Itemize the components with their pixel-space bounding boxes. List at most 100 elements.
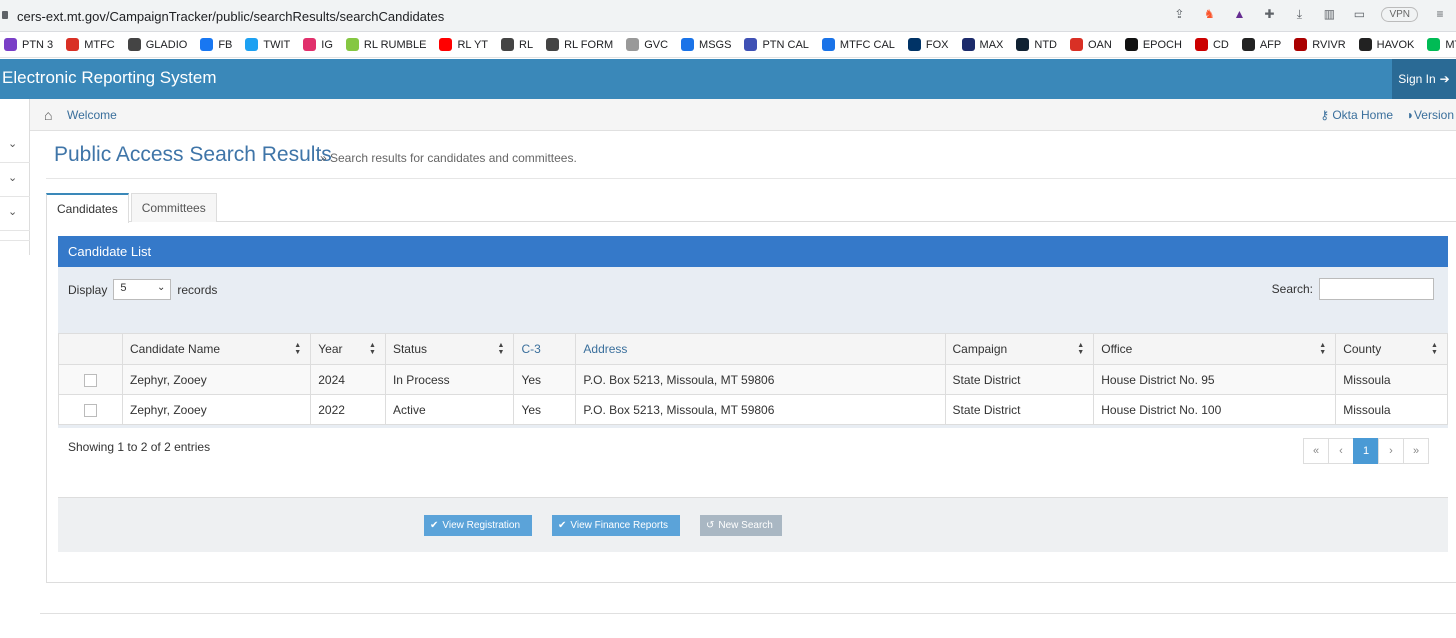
version-link[interactable]: ◗Version xyxy=(1407,108,1454,122)
column-header[interactable]: Candidate Name ▲▼ xyxy=(121,333,312,365)
view-registration-button[interactable]: ✔ View Registration xyxy=(424,515,532,536)
bookmark-item[interactable]: RL FORM xyxy=(546,38,613,51)
sign-in-button[interactable]: Sign In ➔ xyxy=(1392,59,1456,99)
column-header[interactable]: Address xyxy=(575,333,946,365)
pager-button[interactable]: ‹ xyxy=(1328,438,1354,464)
bookmark-label: RL RUMBLE xyxy=(363,38,427,51)
table-cell: Active xyxy=(384,394,515,425)
candidate-table: Candidate Name ▲▼ Year ▲▼ Status ▲▼ C-3 Address… xyxy=(58,333,1448,425)
view-finance-label: View Finance Reports xyxy=(570,520,669,531)
table-cell: Yes xyxy=(513,394,577,425)
bookmark-item[interactable]: MAX xyxy=(961,38,1004,51)
tab-candidates[interactable]: Candidates xyxy=(46,193,129,223)
bookmark-item[interactable]: OAN xyxy=(1069,38,1112,51)
bookmark-item[interactable]: MTFC xyxy=(66,38,115,51)
table-cell: Missoula xyxy=(1335,394,1448,425)
pager-button[interactable]: » xyxy=(1403,438,1429,464)
chevron-down-icon: ⌄ xyxy=(156,282,166,293)
sort-icon: ▲▼ xyxy=(294,342,302,356)
pager-button[interactable]: › xyxy=(1378,438,1404,464)
sidebar-icon[interactable]: ▥ xyxy=(1321,6,1337,22)
entries-info: Showing 1 to 2 of 2 entries xyxy=(68,440,211,454)
table-row[interactable]: Zephyr, Zooey 2022 Active Yes P.O. Box 5213,… xyxy=(58,394,1448,425)
bookmark-item[interactable]: NTD xyxy=(1016,38,1057,51)
column-header[interactable]: Office ▲▼ xyxy=(1093,333,1337,365)
wallet-icon[interactable]: ▭ xyxy=(1351,6,1367,22)
bookmark-item[interactable]: PTN CAL xyxy=(744,38,809,51)
row-checkbox[interactable] xyxy=(84,373,97,387)
key-icon: ⚷ xyxy=(1320,108,1333,122)
bookmark-label: MAX xyxy=(979,38,1004,51)
bookmark-favicon-icon xyxy=(1124,38,1138,51)
page-1-button[interactable]: 1 xyxy=(1353,438,1379,464)
bookmark-item[interactable]: RVIVR xyxy=(1294,38,1346,51)
row-select-cell xyxy=(58,364,123,395)
bookmark-item[interactable]: RL xyxy=(501,38,533,51)
sort-icon: ▲▼ xyxy=(1319,342,1327,356)
bookmark-item[interactable]: PTN 3 xyxy=(4,38,53,51)
bookmark-item[interactable]: FB xyxy=(200,38,232,51)
bookmark-item[interactable]: HAVOK xyxy=(1358,38,1414,51)
chevron-down-icon[interactable]: ⌄ xyxy=(8,137,17,150)
column-header[interactable]: County ▲▼ xyxy=(1335,333,1448,365)
menu-icon[interactable]: ≡ xyxy=(1432,6,1448,22)
breadcrumb-welcome[interactable]: Welcome xyxy=(67,108,117,122)
view-finance-reports-button[interactable]: ✔ View Finance Reports xyxy=(552,515,680,536)
bat-icon[interactable]: ▲ xyxy=(1231,6,1247,22)
home-icon[interactable]: ⌂ xyxy=(44,107,52,123)
bookmark-item[interactable]: GLADIO xyxy=(127,38,187,51)
bookmark-item[interactable]: MTFC CAL xyxy=(821,38,895,51)
column-header[interactable]: Status ▲▼ xyxy=(384,333,515,365)
download-icon[interactable]: ⤓ xyxy=(1291,6,1307,22)
chevron-down-icon[interactable]: ⌄ xyxy=(8,205,17,218)
column-header[interactable]: Year ▲▼ xyxy=(310,333,386,365)
address-bar[interactable]: cers-ext.mt.gov/CampaignTracker/public/s… xyxy=(0,0,1456,32)
bookmark-item[interactable]: TWIT xyxy=(245,38,290,51)
okta-home-label: Okta Home xyxy=(1332,108,1393,122)
version-label: Version xyxy=(1413,108,1454,122)
page-subtitle: » Search results for candidates and comm… xyxy=(320,151,577,165)
column-header-label: Year xyxy=(318,342,343,356)
share-icon[interactable]: ⇪ xyxy=(1171,6,1187,22)
brave-icon[interactable]: ♞ xyxy=(1201,6,1217,22)
vpn-button[interactable]: VPN xyxy=(1381,6,1418,22)
bookmark-favicon-icon xyxy=(1016,38,1030,51)
tab-committees[interactable]: Committees xyxy=(130,193,217,222)
new-search-button[interactable]: ↺ New Search xyxy=(700,515,782,536)
bookmark-item[interactable]: AFP xyxy=(1241,38,1281,51)
table-header: Candidate Name ▲▼ Year ▲▼ Status ▲▼ C-3 Address… xyxy=(58,333,1448,365)
bookmark-favicon-icon xyxy=(907,38,921,51)
url-text[interactable]: cers-ext.mt.gov/CampaignTracker/public/s… xyxy=(17,9,444,24)
bookmark-item[interactable]: CD xyxy=(1194,38,1229,51)
bookmark-label: FOX xyxy=(925,38,949,51)
bookmark-item[interactable]: GVC xyxy=(626,38,668,51)
sort-icon: ▲▼ xyxy=(1431,342,1438,356)
column-header[interactable]: Campaign ▲▼ xyxy=(944,333,1095,365)
bookmark-item[interactable]: EPOCH xyxy=(1124,38,1182,51)
okta-home-link[interactable]: ⚷ Okta Home xyxy=(1320,108,1393,122)
table-row[interactable]: Zephyr, Zooey 2024 In Process Yes P.O. Box 5… xyxy=(58,364,1448,395)
bookmark-label: GVC xyxy=(644,38,669,51)
bookmark-label: OAN xyxy=(1087,38,1112,51)
column-header[interactable]: C-3 xyxy=(513,333,577,365)
records-label: records xyxy=(177,282,218,297)
bookmark-item[interactable]: FOX xyxy=(907,38,949,51)
table-cell: P.O. Box 5213, Missoula, MT 59806 xyxy=(575,364,946,395)
extensions-icon[interactable]: ✚ xyxy=(1261,6,1277,22)
bookmark-favicon-icon xyxy=(1427,38,1441,51)
chevron-down-icon[interactable]: ⌄ xyxy=(8,171,17,184)
bookmark-item[interactable]: MSGS xyxy=(681,38,731,51)
bookmark-item[interactable]: RL RUMBLE xyxy=(345,38,427,51)
pager-button[interactable]: « xyxy=(1303,438,1329,464)
search-input[interactable] xyxy=(1319,278,1434,300)
records-select[interactable]: 5 ⌄ xyxy=(113,279,172,300)
bookmark-label: RL FORM xyxy=(564,38,614,51)
bookmark-favicon-icon xyxy=(1194,38,1208,51)
table-body: Zephyr, Zooey 2024 In Process Yes P.O. Box 5… xyxy=(58,364,1448,425)
bookmark-item[interactable]: IG xyxy=(303,38,333,51)
sidebar-divider xyxy=(0,196,30,197)
bookmark-label: MTFC CAL xyxy=(839,38,895,51)
bookmark-item[interactable]: MT1ST xyxy=(1427,38,1456,51)
bookmark-item[interactable]: RL YT xyxy=(439,38,488,51)
row-checkbox[interactable] xyxy=(84,403,97,417)
